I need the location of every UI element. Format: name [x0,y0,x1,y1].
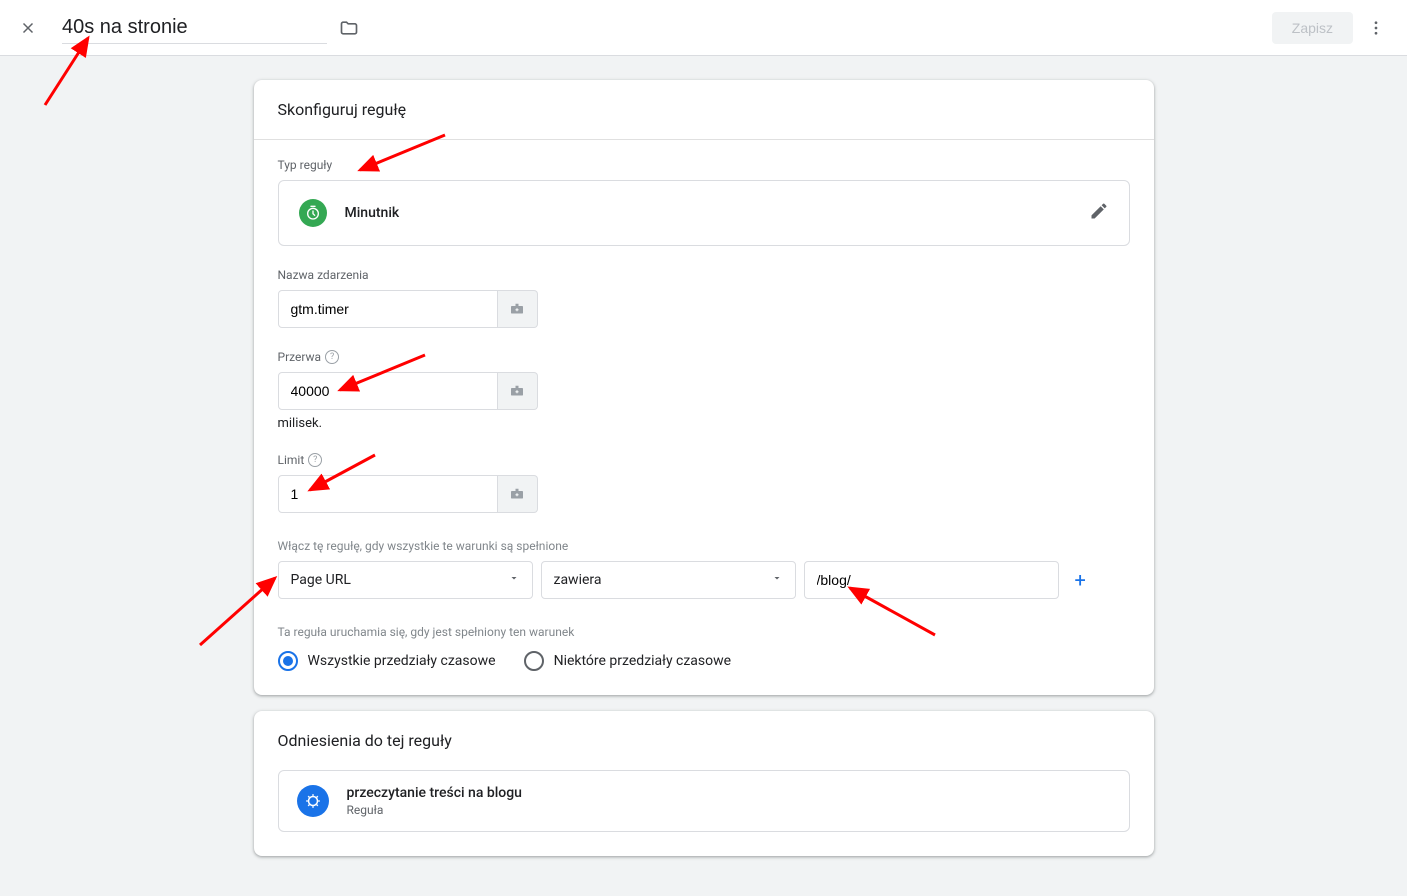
variable-picker-button[interactable] [498,475,538,513]
chevron-down-icon [508,572,520,588]
interval-unit: milisek. [278,416,1130,431]
radio-icon [524,651,544,671]
enable-conditions-label: Włącz tę regułę, gdy wszystkie te warunk… [278,539,1130,553]
radio-all-intervals[interactable]: Wszystkie przedziały czasowe [278,651,496,671]
configure-card-title: Skonfiguruj regułę [254,80,1154,140]
reference-item-sub: Reguła [347,803,522,817]
radio-some-intervals[interactable]: Niektóre przedziały czasowe [524,651,732,671]
interval-label: Przerwa ? [278,350,1130,364]
rule-type-label: Typ reguły [278,158,1130,172]
close-icon[interactable] [16,16,40,40]
condition-operator-select[interactable]: zawiera [541,561,796,599]
event-name-input[interactable] [278,290,498,328]
condition-value-input[interactable] [804,561,1059,599]
configure-card: Skonfiguruj regułę Typ reguły Minutnik N… [254,80,1154,695]
trigger-name-input[interactable] [62,12,327,44]
references-card: Odniesienia do tej reguły przeczytanie t… [254,711,1154,856]
topbar: Zapisz [0,0,1407,56]
folder-icon[interactable] [339,18,359,38]
references-card-title: Odniesienia do tej reguły [254,711,1154,770]
help-icon[interactable]: ? [308,453,322,467]
limit-label: Limit ? [278,453,1130,467]
variable-picker-button[interactable] [498,290,538,328]
more-menu-icon[interactable] [1361,13,1391,43]
timer-icon [299,199,327,227]
condition-row: Page URL zawiera + [278,561,1130,599]
reference-item-title: przeczytanie treści na blogu [347,785,522,801]
trigger-badge-icon [297,785,329,817]
variable-picker-button[interactable] [498,372,538,410]
save-button[interactable]: Zapisz [1272,12,1353,44]
radio-some-label: Niektóre przedziały czasowe [554,653,732,669]
reference-item[interactable]: przeczytanie treści na blogu Reguła [278,770,1130,832]
radio-icon [278,651,298,671]
edit-icon[interactable] [1089,201,1109,225]
rule-type-selector[interactable]: Minutnik [278,180,1130,246]
rule-type-value: Minutnik [345,205,400,221]
fire-on-label: Ta reguła uruchamia się, gdy jest spełni… [278,625,1130,639]
chevron-down-icon [771,572,783,588]
help-icon[interactable]: ? [325,350,339,364]
condition-variable-select[interactable]: Page URL [278,561,533,599]
limit-input[interactable] [278,475,498,513]
radio-all-label: Wszystkie przedziały czasowe [308,653,496,669]
add-condition-button[interactable]: + [1067,564,1094,596]
interval-input[interactable] [278,372,498,410]
event-name-label: Nazwa zdarzenia [278,268,1130,282]
